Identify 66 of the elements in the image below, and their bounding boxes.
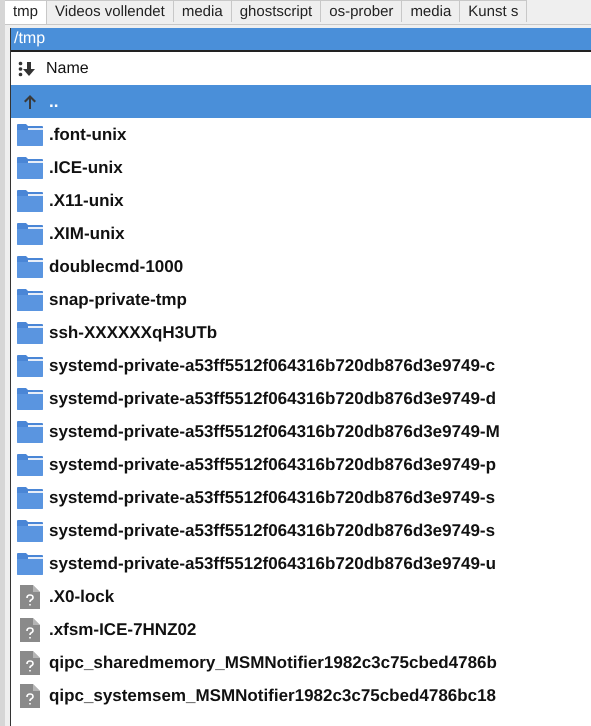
file-name: ssh-XXXXXXqH3UTb	[49, 322, 218, 342]
file-row[interactable]: systemd-private-a53ff5512f064316b720db876d3e9749-d	[11, 382, 591, 415]
folder-icon	[16, 222, 44, 246]
file-row[interactable]: .XIM-unix	[11, 217, 591, 250]
file-name: systemd-private-a53ff5512f064316b720db876d3e9749-M	[49, 422, 500, 442]
file-name: systemd-private-a53ff5512f064316b720db876d3e9749-p	[49, 454, 496, 474]
tab[interactable]: tmp	[5, 0, 48, 24]
unknown-file-icon	[19, 616, 41, 642]
file-row[interactable]: qipc_systemsem_MSMNotifier1982c3c75cbed4786bc18	[11, 679, 591, 712]
file-name: doublecmd-1000	[49, 256, 184, 276]
file-name: .XIM-unix	[49, 224, 125, 244]
file-name: .X11-unix	[49, 190, 124, 210]
folder-icon	[16, 254, 44, 278]
unknown-file-icon	[19, 682, 41, 708]
file-name: .X0-lock	[49, 586, 114, 606]
file-name: systemd-private-a53ff5512f064316b720db876d3e9749-s	[49, 520, 496, 540]
file-row[interactable]: systemd-private-a53ff5512f064316b720db876d3e9749-p	[11, 448, 591, 481]
folder-icon	[16, 518, 44, 542]
file-name: systemd-private-a53ff5512f064316b720db876d3e9749-c	[49, 356, 496, 376]
file-row[interactable]: .ICE-unix	[11, 151, 591, 184]
tab[interactable]: media	[402, 0, 460, 22]
tab[interactable]: Kunst s	[460, 0, 528, 22]
file-row[interactable]: snap-private-tmp	[11, 283, 591, 316]
file-name: qipc_systemsem_MSMNotifier1982c3c75cbed4786bc18	[49, 686, 496, 706]
folder-icon	[16, 552, 44, 576]
tab[interactable]: ghostscript	[232, 0, 322, 22]
up-arrow-icon	[22, 94, 38, 110]
file-row[interactable]: systemd-private-a53ff5512f064316b720db876d3e9749-u	[11, 547, 591, 580]
file-row[interactable]: .font-unix	[11, 118, 591, 151]
file-row[interactable]: systemd-private-a53ff5512f064316b720db876d3e9749-M	[11, 415, 591, 448]
path-bar: /tmp	[11, 28, 591, 52]
file-name: snap-private-tmp	[49, 290, 187, 310]
folder-icon	[16, 420, 44, 444]
file-name: .ICE-unix	[49, 158, 123, 178]
folder-icon	[16, 156, 44, 180]
file-name: systemd-private-a53ff5512f064316b720db876d3e9749-d	[49, 388, 496, 408]
file-row[interactable]: .X0-lock	[11, 580, 591, 613]
tab[interactable]: Videos vollendet	[47, 0, 174, 22]
tab[interactable]: os-prober	[321, 0, 402, 22]
file-row[interactable]: systemd-private-a53ff5512f064316b720db876d3e9749-s	[11, 514, 591, 547]
file-row[interactable]: .X11-unix	[11, 184, 591, 217]
folder-icon	[16, 288, 44, 312]
folder-icon	[16, 320, 44, 344]
unknown-file-icon	[19, 584, 41, 610]
folder-icon	[16, 486, 44, 510]
folder-icon	[16, 188, 44, 212]
file-row[interactable]: systemd-private-a53ff5512f064316b720db876d3e9749-s	[11, 481, 591, 514]
file-name: ..	[49, 92, 58, 112]
sort-icon	[18, 60, 36, 76]
file-name: qipc_sharedmemory_MSMNotifier1982c3c75cbed4786b	[49, 652, 497, 672]
file-row[interactable]: qipc_sharedmemory_MSMNotifier1982c3c75cbed4786b	[11, 646, 591, 679]
file-name: systemd-private-a53ff5512f064316b720db876d3e9749-s	[49, 488, 496, 508]
file-row[interactable]: ssh-XXXXXXqH3UTb	[11, 316, 591, 349]
file-name: systemd-private-a53ff5512f064316b720db876d3e9749-u	[49, 554, 496, 574]
name-column-header[interactable]: Name	[11, 52, 591, 85]
folder-icon	[16, 354, 44, 378]
file-row[interactable]: .xfsm-ICE-7HNZ02	[11, 613, 591, 646]
file-row[interactable]: doublecmd-1000	[11, 250, 591, 283]
tab[interactable]: media	[174, 0, 232, 22]
folder-icon	[16, 386, 44, 410]
unknown-file-icon	[19, 650, 41, 676]
folder-icon	[16, 122, 44, 146]
folder-icon	[16, 452, 44, 476]
file-name: .font-unix	[49, 124, 126, 144]
file-row[interactable]: systemd-private-a53ff5512f064316b720db876d3e9749-c	[11, 349, 591, 382]
file-name: .xfsm-ICE-7HNZ02	[49, 620, 196, 640]
